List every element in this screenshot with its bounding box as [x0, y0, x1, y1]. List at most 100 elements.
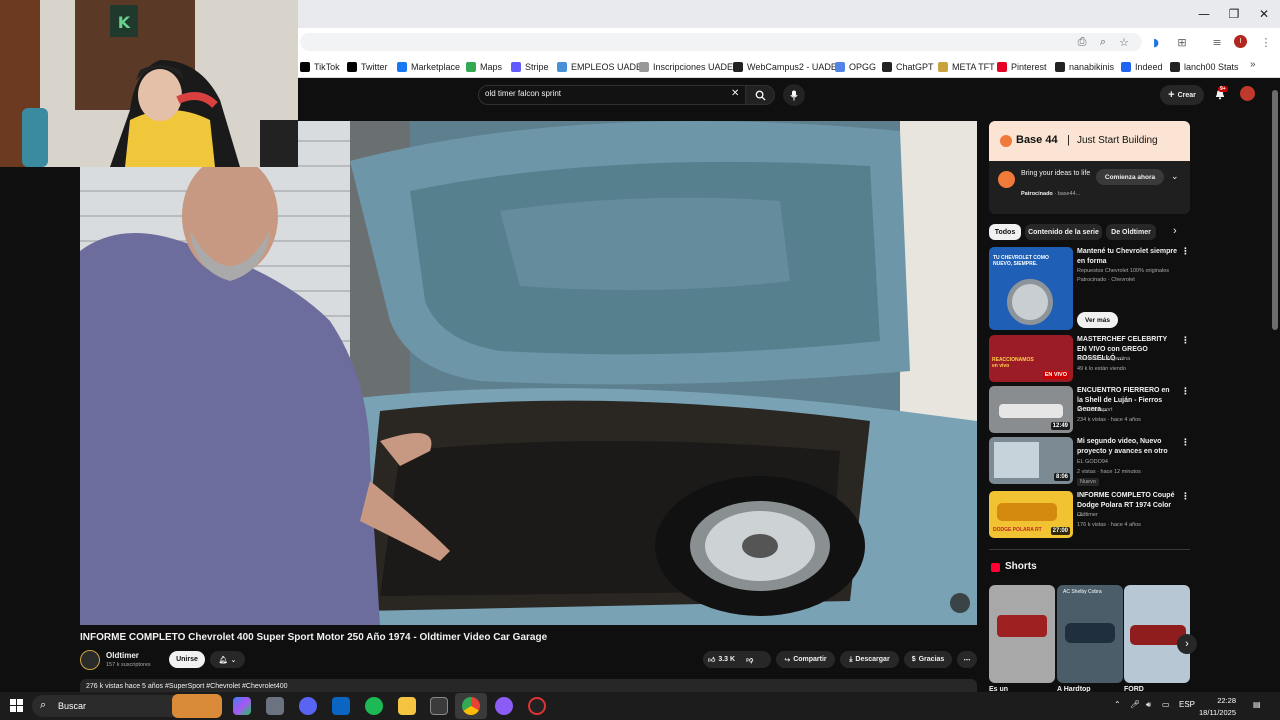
- install-app-icon[interactable]: ⎙: [1073, 34, 1091, 50]
- profile-avatar[interactable]: I: [1234, 35, 1247, 48]
- short-thumb-text: AC Shelby Cobra: [1063, 589, 1102, 595]
- bookmark-item[interactable]: Twitter: [347, 59, 388, 75]
- bookmark-item[interactable]: Marketplace: [397, 59, 460, 75]
- bookmark-item[interactable]: Maps: [466, 59, 502, 75]
- rec-thumbnail[interactable]: REACCIONAMOS en vivo EN VIVO: [989, 335, 1073, 382]
- rec-menu-icon[interactable]: ⋮: [1181, 335, 1190, 346]
- short-thumbnail[interactable]: [1124, 585, 1190, 683]
- bookmark-favicon-icon: [347, 62, 357, 72]
- bookmark-item[interactable]: Inscripciones UADE: [639, 59, 733, 75]
- bookmark-item[interactable]: WebCampus2 - UADE: [733, 59, 837, 75]
- short-thumbnail[interactable]: [989, 585, 1055, 683]
- clock-date[interactable]: 18/11/2025: [1196, 708, 1236, 717]
- shorts-next-button[interactable]: ›: [1177, 634, 1197, 654]
- rec-menu-icon[interactable]: ⋮: [1181, 386, 1190, 397]
- more-actions-button[interactable]: ⋯: [957, 651, 977, 668]
- like-count[interactable]: 3.3 K: [718, 656, 735, 663]
- discord-icon[interactable]: [299, 697, 317, 715]
- filter-chip-series[interactable]: Contenido de la serie: [1025, 224, 1102, 240]
- rec-thumbnail[interactable]: 12:49: [989, 386, 1073, 433]
- ad-advertiser-avatar: [998, 171, 1015, 188]
- voice-search-button[interactable]: [783, 84, 805, 106]
- tray-overflow-icon[interactable]: ⌃: [1114, 700, 1121, 709]
- spotify-icon[interactable]: [365, 697, 383, 715]
- rec-title[interactable]: Mi segundo video, Nuevo proyecto y avanc…: [1077, 437, 1177, 456]
- windows-start-icon[interactable]: [10, 699, 23, 717]
- obs-icon[interactable]: [495, 697, 513, 715]
- new-badge: Nuevo: [1077, 478, 1099, 486]
- svg-text:K: K: [118, 13, 131, 32]
- filter-chip-all[interactable]: Todos: [989, 224, 1021, 240]
- rec-thumbnail[interactable]: DODGE POLARA RT 27:00: [989, 491, 1073, 538]
- channel-name[interactable]: Oldtimer: [106, 651, 139, 660]
- network-icon[interactable]: ▭: [1162, 700, 1170, 709]
- page-scrollbar[interactable]: [1272, 90, 1278, 330]
- like-icon[interactable]: 👍︎: [708, 655, 715, 664]
- rec-menu-icon[interactable]: ⋮: [1181, 437, 1190, 448]
- bookmark-item[interactable]: lanch00 Stats: [1170, 59, 1239, 75]
- bookmark-item[interactable]: OPGG: [835, 59, 876, 75]
- download-button[interactable]: ⤓ Descargar: [840, 651, 899, 668]
- bookmark-item[interactable]: Indeed: [1121, 59, 1163, 75]
- ad-sponsor-line: Patrocinado · base44...: [1021, 191, 1081, 197]
- clock-time[interactable]: 22:28: [1202, 696, 1236, 705]
- extension-icon[interactable]: ◗: [1147, 34, 1165, 50]
- media-control-icon[interactable]: ≡: [1208, 34, 1226, 50]
- copilot-icon[interactable]: [233, 697, 251, 715]
- ad-expand-chevron-icon[interactable]: ⌄: [1171, 171, 1179, 182]
- bookmark-item[interactable]: TikTok: [300, 59, 340, 75]
- channel-avatar[interactable]: [80, 650, 100, 670]
- clear-search-icon[interactable]: ✕: [731, 88, 739, 99]
- chrome-icon[interactable]: [462, 697, 480, 715]
- see-more-button[interactable]: Ver más: [1077, 312, 1118, 328]
- share-button[interactable]: ↪ Compartir: [776, 651, 835, 668]
- bookmark-item[interactable]: EMPLEOS UADE: [557, 59, 642, 75]
- sponsored-ad-card[interactable]: Base 44 | Just Start Building Bring your…: [989, 121, 1190, 214]
- bookmark-star-icon[interactable]: ☆: [1115, 34, 1133, 50]
- address-bar[interactable]: [300, 33, 1142, 51]
- close-window-button[interactable]: ✕: [1246, 0, 1280, 28]
- dislike-icon[interactable]: 👎︎: [746, 655, 753, 664]
- filter-chip-oldtimer[interactable]: De Oldtimer: [1106, 224, 1156, 240]
- create-button[interactable]: + Crear: [1160, 85, 1204, 105]
- bookmark-item[interactable]: Pinterest: [997, 59, 1047, 75]
- mail-icon[interactable]: [332, 697, 350, 715]
- join-button[interactable]: Unirse: [169, 651, 205, 668]
- subscribe-bell-button[interactable]: 🔔︎ ⌄: [210, 651, 245, 668]
- bookmark-item[interactable]: Stripe: [511, 59, 549, 75]
- extensions-puzzle-icon[interactable]: ⊞: [1173, 34, 1191, 50]
- filter-next-chevron-icon[interactable]: ›: [1173, 225, 1177, 237]
- search-button[interactable]: [745, 85, 775, 105]
- bookmark-item[interactable]: nanabikinis: [1055, 59, 1114, 75]
- zoom-icon[interactable]: ⌕: [1094, 34, 1112, 50]
- shorts-logo-icon: [991, 563, 1000, 572]
- search-highlight-image: [172, 694, 222, 718]
- rec-channel: Oldtimer: [1077, 512, 1098, 518]
- rec-title[interactable]: Mantené tu Chevrolet siempre en forma: [1077, 247, 1177, 266]
- task-view-icon[interactable]: [266, 697, 284, 715]
- account-avatar[interactable]: [1240, 86, 1255, 101]
- short-thumbnail[interactable]: AC Shelby Cobra: [1057, 585, 1123, 683]
- riot-client-icon[interactable]: [528, 697, 546, 715]
- ad-cta-button[interactable]: Comienza ahora: [1096, 169, 1164, 185]
- bookmark-label: Twitter: [361, 62, 388, 72]
- brake-disc-image: [1007, 279, 1053, 325]
- rec-menu-icon[interactable]: ⋮: [1181, 491, 1190, 502]
- notification-center-icon[interactable]: ▤: [1253, 700, 1261, 709]
- video-player[interactable]: [80, 121, 977, 625]
- language-indicator[interactable]: ESP: [1179, 700, 1195, 709]
- like-dislike-group: 👍︎ 3.3 K 👎︎: [703, 651, 771, 668]
- store-icon[interactable]: [430, 697, 448, 715]
- rec-thumbnail[interactable]: TU CHEVROLET COMO NUEVO, SIEMPRE.: [989, 247, 1073, 330]
- bookmark-item[interactable]: META TFT: [938, 59, 995, 75]
- rec-menu-icon[interactable]: ⋮: [1181, 246, 1190, 257]
- bookmark-favicon-icon: [466, 62, 476, 72]
- bookmarks-overflow-icon[interactable]: »: [1250, 59, 1256, 70]
- file-explorer-icon[interactable]: [398, 697, 416, 715]
- chrome-menu-icon[interactable]: ⋮: [1257, 34, 1275, 50]
- bookmark-item[interactable]: ChatGPT: [882, 59, 934, 75]
- rec-thumbnail[interactable]: 8:06: [989, 437, 1073, 484]
- microphone-tray-icon[interactable]: 🎤︎: [1130, 700, 1140, 709]
- volume-icon[interactable]: 🔊︎: [1146, 700, 1151, 710]
- thanks-button[interactable]: $ Gracias: [904, 651, 952, 668]
